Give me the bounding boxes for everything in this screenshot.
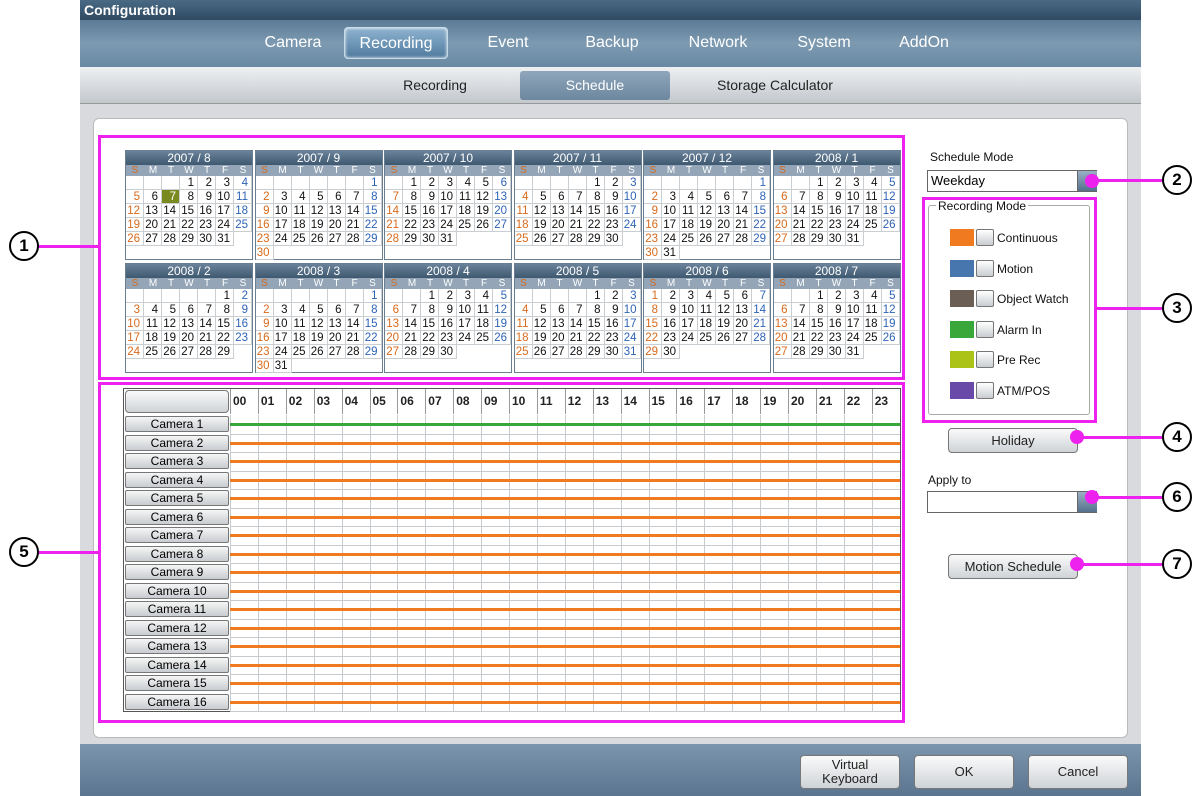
subtab-schedule[interactable]: Schedule	[520, 71, 670, 100]
schedule-mode-value: Weekday	[931, 173, 985, 188]
motion-schedule-button[interactable]: Motion Schedule	[948, 554, 1078, 579]
callout-7: 7	[1162, 549, 1192, 579]
callout-5-line	[38, 551, 100, 554]
tab-event[interactable]: Event	[468, 27, 548, 59]
schedule-mode-label: Schedule Mode	[930, 150, 1014, 164]
schedule-mode-select[interactable]: Weekday	[927, 170, 1097, 192]
callout-3-line	[1095, 307, 1164, 310]
ok-button[interactable]: OK	[914, 755, 1014, 789]
callout-1: 1	[9, 231, 39, 261]
apply-to-label: Apply to	[928, 473, 972, 487]
tab-network[interactable]: Network	[674, 27, 762, 59]
virtual-keyboard-button[interactable]: Virtual Keyboard	[800, 755, 900, 789]
callout-4: 4	[1162, 422, 1192, 452]
virtual-keyboard-label-1: Virtual	[831, 757, 869, 772]
callout-7-line	[1077, 563, 1164, 566]
tab-camera[interactable]: Camera	[248, 27, 338, 59]
callout-2: 2	[1162, 165, 1192, 195]
highlight-schedule-grid	[98, 382, 905, 723]
callout-2-line	[1092, 179, 1164, 182]
sub-tab-bar: Recording Schedule Storage Calculator	[80, 67, 1141, 104]
callout-6-line	[1092, 496, 1164, 499]
callout-1-line	[38, 245, 100, 248]
callout-6: 6	[1162, 482, 1192, 512]
footer-bar: Virtual Keyboard OK Cancel	[80, 744, 1141, 796]
tab-backup[interactable]: Backup	[568, 27, 656, 59]
tab-recording[interactable]: Recording	[344, 27, 448, 59]
subtab-storage-calculator[interactable]: Storage Calculator	[690, 71, 860, 100]
callout-3: 3	[1162, 293, 1192, 323]
highlight-calendar-area	[98, 135, 905, 380]
subtab-recording[interactable]: Recording	[360, 71, 510, 100]
callout-4-line	[1077, 436, 1164, 439]
tab-system[interactable]: System	[780, 27, 868, 59]
window-title: Configuration	[80, 0, 1141, 20]
apply-to-select[interactable]	[927, 491, 1097, 513]
highlight-recording-mode	[922, 197, 1097, 423]
callout-5: 5	[9, 537, 39, 567]
cancel-button[interactable]: Cancel	[1028, 755, 1128, 789]
holiday-button[interactable]: Holiday	[948, 428, 1078, 453]
main-tab-bar: Camera Recording Event Backup Network Sy…	[80, 20, 1141, 67]
tab-addon[interactable]: AddOn	[884, 27, 964, 59]
virtual-keyboard-label-2: Keyboard	[822, 771, 878, 786]
